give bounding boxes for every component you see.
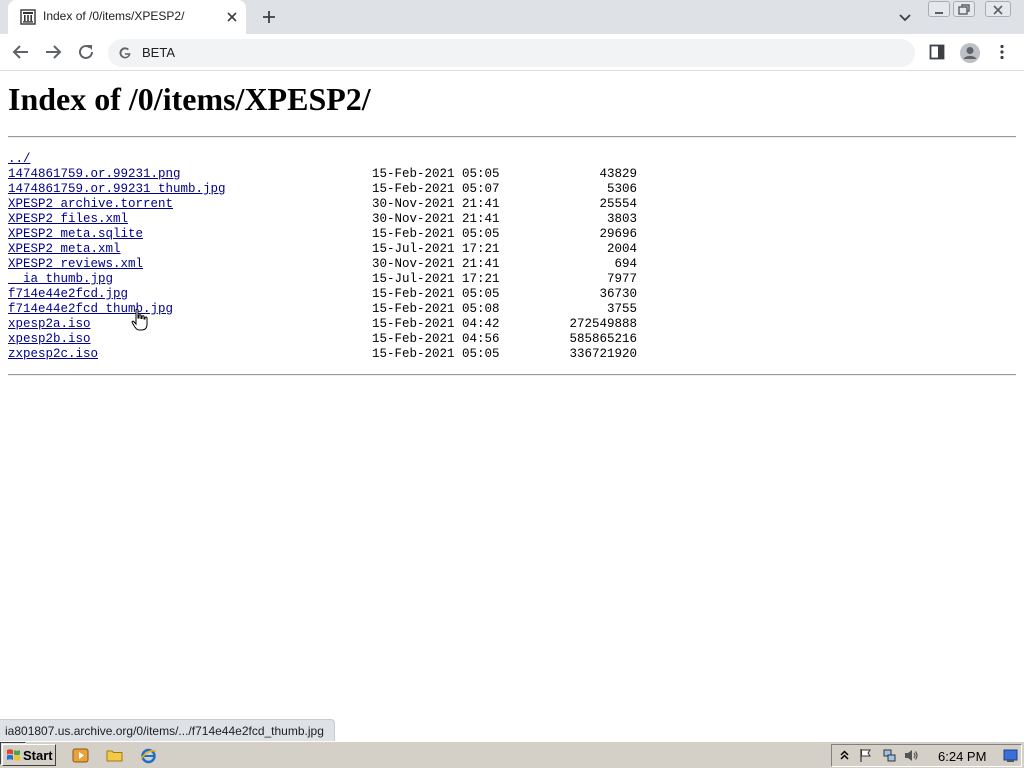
volume-icon[interactable] <box>904 748 919 763</box>
window-restore-button[interactable] <box>953 1 975 17</box>
file-size: 272549888 <box>569 317 637 331</box>
parent-dir-row: ../ <box>8 152 708 167</box>
file-link[interactable]: XPESP2_files.xml <box>8 212 128 226</box>
file-link[interactable]: XPESP2_archive.torrent <box>8 197 173 211</box>
internet-explorer-icon[interactable] <box>140 747 157 764</box>
file-size: 7977 <box>606 272 637 286</box>
file-date: 15-Feb-2021 05:05 <box>372 287 500 301</box>
file-row: f714e44e2fcd_thumb.jpg 15-Feb-2021 05:08 3… <box>8 302 708 317</box>
file-row: XPESP2_meta.sqlite 15-Feb-2021 05:05 29696 <box>8 227 708 242</box>
file-date: 15-Jul-2021 17:21 <box>372 242 500 256</box>
show-desktop-icon[interactable] <box>1003 748 1018 763</box>
restore-icon <box>958 4 970 15</box>
file-row: __ia_thumb.jpg 15-Jul-2021 17:21 7977 <box>8 272 708 287</box>
file-size: 336721920 <box>569 347 637 361</box>
file-date: 15-Feb-2021 05:05 <box>372 347 500 361</box>
side-panel-icon[interactable] <box>929 44 945 60</box>
file-date: 15-Feb-2021 05:05 <box>372 167 500 181</box>
file-date: 15-Feb-2021 04:42 <box>372 317 500 331</box>
file-date: 30-Nov-2021 21:41 <box>372 212 500 226</box>
start-label: Start <box>23 748 53 763</box>
file-link[interactable]: XPESP2_reviews.xml <box>8 257 143 271</box>
file-date: 15-Feb-2021 05:05 <box>372 227 500 241</box>
address-text: BETA <box>142 45 175 60</box>
file-size: 694 <box>614 257 637 271</box>
page-content: Index of /0/items/XPESP2/ ../ 1474861759… <box>0 71 1024 741</box>
file-date: 30-Nov-2021 21:41 <box>372 197 500 211</box>
file-row: XPESP2_reviews.xml 30-Nov-2021 21:41 694 <box>8 257 708 272</box>
file-size: 585865216 <box>569 332 637 346</box>
browser-toolbar: BETA <box>0 34 1024 71</box>
file-link[interactable]: XPESP2_meta.xml <box>8 242 121 256</box>
file-size: 5306 <box>606 182 637 196</box>
archive-favicon-icon <box>20 9 36 25</box>
file-size: 29696 <box>599 227 637 241</box>
windows-logo-icon <box>7 749 20 761</box>
tab-search-chevron-icon[interactable] <box>897 10 913 24</box>
file-size: 3755 <box>606 302 637 316</box>
address-bar[interactable]: BETA <box>108 39 915 67</box>
file-row: 1474861759.or.99231.png 15-Feb-2021 05:05… <box>8 167 708 182</box>
tab-title: Index of /0/items/XPESP2/ <box>43 9 185 23</box>
file-row: XPESP2_archive.torrent 30-Nov-2021 21:41 2… <box>8 197 708 212</box>
file-row: xpesp2b.iso 15-Feb-2021 04:56 585865216 <box>8 332 708 347</box>
file-row: XPESP2_meta.xml 15-Jul-2021 17:21 2004 <box>8 242 708 257</box>
file-date: 30-Nov-2021 21:41 <box>372 257 500 271</box>
minimize-icon <box>935 12 943 14</box>
file-listing: ../ 1474861759.or.99231.png 15-Feb-2021 0… <box>8 152 708 362</box>
show-hidden-icons-icon[interactable] <box>837 748 852 763</box>
reload-icon[interactable] <box>77 43 95 61</box>
file-date: 15-Feb-2021 05:07 <box>372 182 500 196</box>
kebab-menu-icon[interactable] <box>995 44 1009 60</box>
new-tab-icon[interactable] <box>261 9 277 25</box>
tab-close-icon[interactable] <box>225 10 239 24</box>
file-link[interactable]: xpesp2b.iso <box>8 332 91 346</box>
file-date: 15-Feb-2021 04:56 <box>372 332 500 346</box>
parent-dir-link[interactable]: ../ <box>8 152 31 166</box>
file-link[interactable]: 1474861759.or.99231_thumb.jpg <box>8 182 226 196</box>
close-icon <box>993 5 1003 15</box>
file-row: xpesp2a.iso 15-Feb-2021 04:42 272549888 <box>8 317 708 332</box>
media-player-icon[interactable] <box>72 747 89 764</box>
folder-icon[interactable] <box>106 747 123 764</box>
file-row: 1474861759.or.99231_thumb.jpg 15-Feb-2021… <box>8 182 708 197</box>
start-button[interactable]: Start <box>2 744 56 766</box>
file-link[interactable]: __ia_thumb.jpg <box>8 272 113 286</box>
file-link[interactable]: xpesp2a.iso <box>8 317 91 331</box>
file-row: XPESP2_files.xml 30-Nov-2021 21:41 3803 <box>8 212 708 227</box>
file-row: zxpesp2c.iso 15-Feb-2021 05:05 336721920 <box>8 347 708 362</box>
file-size: 36730 <box>599 287 637 301</box>
file-size: 2004 <box>606 242 637 256</box>
file-link[interactable]: zxpesp2c.iso <box>8 347 98 361</box>
system-tray: 6:24 PM <box>831 744 1022 767</box>
tab-strip: Index of /0/items/XPESP2/ <box>0 0 1024 34</box>
google-g-icon <box>119 47 131 59</box>
page-title: Index of /0/items/XPESP2/ <box>8 81 371 117</box>
file-size: 3803 <box>606 212 637 226</box>
file-date: 15-Jul-2021 17:21 <box>372 272 500 286</box>
link-status-bar: ia801807.us.archive.org/0/items/.../f714… <box>0 719 335 741</box>
file-link[interactable]: f714e44e2fcd.jpg <box>8 287 128 301</box>
file-link[interactable]: 1474861759.or.99231.png <box>8 167 181 181</box>
taskbar: Start 6:24 PM <box>0 741 1024 768</box>
file-size: 43829 <box>599 167 637 181</box>
profile-avatar-icon[interactable] <box>960 43 980 63</box>
divider <box>8 374 1016 376</box>
file-row: f714e44e2fcd.jpg 15-Feb-2021 05:05 36730 <box>8 287 708 302</box>
back-arrow-icon[interactable] <box>12 43 30 61</box>
clock[interactable]: 6:24 PM <box>938 749 986 764</box>
action-center-flag-icon[interactable] <box>858 748 873 763</box>
browser-tab[interactable]: Index of /0/items/XPESP2/ <box>8 0 246 34</box>
hand-pointer-cursor-icon <box>131 308 148 331</box>
file-link[interactable]: XPESP2_meta.sqlite <box>8 227 143 241</box>
divider <box>8 136 1016 138</box>
network-icon[interactable] <box>882 748 897 763</box>
file-size: 25554 <box>599 197 637 211</box>
window-minimize-button[interactable] <box>928 1 950 17</box>
window-close-button[interactable] <box>985 1 1011 17</box>
forward-arrow-icon[interactable] <box>44 43 62 61</box>
file-date: 15-Feb-2021 05:08 <box>372 302 500 316</box>
